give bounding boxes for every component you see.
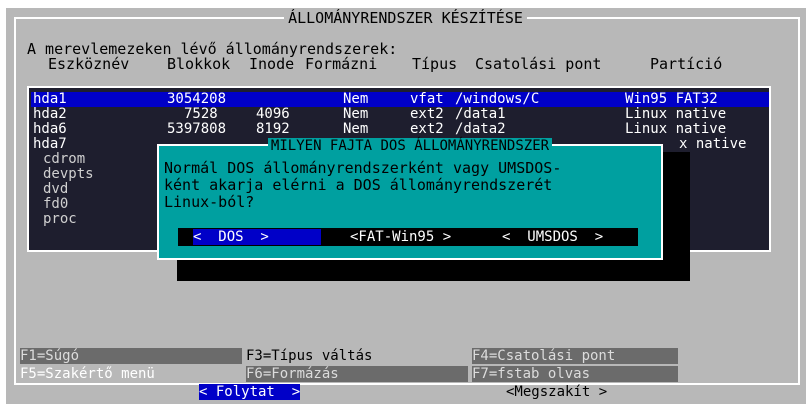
f1-help-key[interactable]: F1=Súgó: [20, 348, 242, 364]
table-row[interactable]: hda1 3054208 Nem vfat /windows/C Win95 F…: [31, 92, 769, 107]
umsdos-button[interactable]: < UMSDOS >: [502, 229, 603, 245]
type-cell: ext2: [410, 106, 444, 122]
device-cell: devpts: [43, 166, 94, 182]
table-row[interactable]: hda2 7528 4096 Nem ext2 /data1 Linux nat…: [31, 107, 769, 122]
window-title: ÁLLOMÁNYRENDSZER KÉSZÍTÉSE: [0, 9, 811, 27]
screen: ÁLLOMÁNYRENDSZER KÉSZÍTÉSE A merevlemeze…: [0, 0, 811, 411]
f5-expert-menu-key[interactable]: F5=Szakértő menü: [20, 366, 155, 382]
column-header-inode: Inode: [249, 55, 295, 73]
format-cell: Nem: [343, 106, 369, 122]
partition-cell: Win95 FAT32: [625, 91, 718, 107]
f3-type-switch-key[interactable]: F3=Típus váltás: [246, 348, 372, 364]
mount-cell: /windows/C: [455, 91, 540, 107]
mount-cell: /data1: [455, 106, 506, 122]
format-cell: Nem: [343, 91, 369, 107]
cancel-button[interactable]: <Megszakít >: [506, 384, 607, 400]
device-cell: cdrom: [43, 151, 86, 167]
blocks-cell: 7528: [184, 106, 218, 122]
inode-cell: 8192: [256, 121, 290, 137]
dialog-text-line: Linux-ból?: [164, 193, 255, 211]
device-cell: hda1: [33, 91, 67, 107]
column-header-type: Típus: [412, 55, 458, 73]
f6-format-key[interactable]: F6=Formázás: [246, 366, 468, 382]
type-cell: vfat: [410, 91, 444, 107]
column-header-partition: Partíció: [650, 55, 723, 73]
column-header-mount: Csatolási pont: [475, 55, 602, 73]
inode-cell: 4096: [256, 106, 290, 122]
f4-mount-point-key[interactable]: F4=Csatolási pont: [472, 348, 678, 364]
mount-cell: /data2: [455, 121, 506, 137]
device-cell: hda6: [33, 121, 67, 137]
device-cell: hda7: [33, 136, 67, 152]
partition-cell: Linux native: [625, 106, 727, 122]
device-cell: proc: [43, 211, 77, 227]
dialog-title: MILYEN FAJTA DOS ÁLLOMÁNYRENDSZER: [157, 138, 663, 154]
fat-win95-button[interactable]: <FAT-Win95 >: [350, 229, 451, 245]
device-cell: dvd: [43, 181, 69, 197]
continue-button[interactable]: < Folytat >: [199, 384, 301, 400]
window-title-text: ÁLLOMÁNYRENDSZER KÉSZÍTÉSE: [284, 9, 527, 27]
device-cell: hda2: [33, 106, 67, 122]
device-cell: fd0: [43, 196, 69, 212]
dialog-title-text: MILYEN FAJTA DOS ÁLLOMÁNYRENDSZER: [267, 138, 553, 154]
column-header-format: Formázni: [305, 55, 378, 73]
table-row[interactable]: hda6 5397808 8192 Nem ext2 /data2 Linux …: [31, 122, 769, 137]
partition-cell: x native: [679, 136, 747, 152]
partition-cell: Linux native: [625, 121, 727, 137]
type-cell: ext2: [410, 121, 444, 137]
column-header-device: Eszköznév: [48, 55, 130, 73]
blocks-cell: 3054208: [167, 91, 227, 107]
f7-read-fstab-key[interactable]: F7=fstab olvas: [472, 366, 678, 382]
dialog-shadow-side: [663, 152, 690, 280]
format-cell: Nem: [343, 121, 369, 137]
blocks-cell: 5397808: [167, 121, 227, 137]
column-header-blocks: Blokkok: [167, 55, 231, 73]
dialog-text-line: Normál DOS állományrendszerként vagy UMS…: [164, 159, 562, 177]
dialog-text-line: ként akarja elérni a DOS állományrendsze…: [164, 176, 553, 194]
dos-button[interactable]: < DOS >: [193, 229, 321, 245]
